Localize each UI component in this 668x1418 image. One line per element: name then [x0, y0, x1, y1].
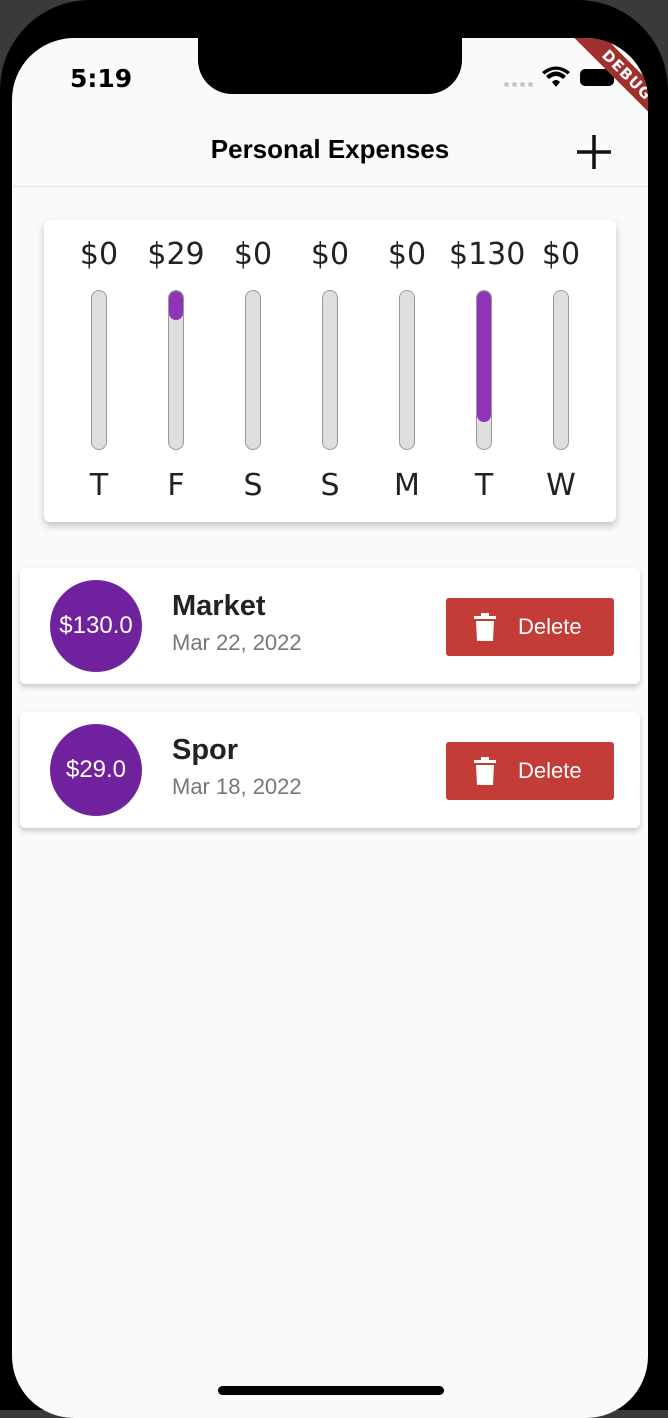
home-indicator[interactable] — [218, 1386, 444, 1395]
bar-value-label: $0 — [233, 237, 273, 272]
trash-icon — [474, 757, 496, 785]
transaction-date: Mar 18, 2022 — [172, 774, 302, 799]
bar-value-label: $0 — [310, 237, 350, 272]
app-bar: Personal Expenses — [12, 116, 648, 187]
amount-avatar: $130.0 — [50, 580, 142, 672]
delete-button[interactable]: Delete — [446, 598, 614, 656]
page-title: Personal Expenses — [210, 134, 450, 164]
bar-track — [476, 290, 492, 450]
bar-day-label: S — [320, 468, 340, 503]
bar-track — [168, 290, 184, 450]
bar-track — [322, 290, 338, 450]
bar-value-label: $0 — [387, 237, 427, 272]
bar-day-label: M — [394, 468, 420, 503]
bar-track — [399, 290, 415, 450]
status-time: 5:19 — [70, 64, 133, 93]
bar-fill — [477, 291, 491, 422]
bar-day-label: F — [167, 468, 185, 503]
signal-icon — [504, 82, 533, 87]
plus-icon[interactable] — [574, 132, 614, 172]
bar-day-label: T — [474, 468, 494, 503]
notch — [198, 38, 462, 94]
transaction-card: $130.0 Market Mar 22, 2022 Delete — [20, 568, 640, 684]
chart-bar-column: $0 W — [526, 220, 596, 522]
bar-day-label: W — [546, 468, 576, 503]
weekly-chart: $0 T $29 F $0 S $0 S $0 M $130 T $0 W — [44, 220, 616, 522]
transaction-title: Spor — [172, 734, 239, 766]
chart-bar-column: $0 S — [295, 220, 365, 522]
amount-avatar: $29.0 — [50, 724, 142, 816]
chart-bar-column: $29 F — [141, 220, 211, 522]
bar-day-label: T — [89, 468, 109, 503]
transaction-title: Market — [172, 590, 266, 622]
chart-bar-column: $0 T — [64, 220, 134, 522]
transaction-date: Mar 22, 2022 — [172, 630, 302, 655]
wifi-icon — [542, 66, 570, 87]
bar-value-label: $0 — [541, 237, 581, 272]
chart-bar-column: $0 S — [218, 220, 288, 522]
transaction-card: $29.0 Spor Mar 18, 2022 Delete — [20, 712, 640, 828]
bar-value-label: $0 — [79, 237, 119, 272]
delete-button[interactable]: Delete — [446, 742, 614, 800]
trash-icon — [474, 613, 496, 641]
app-screen: 5:19 DEBUG Personal Expenses $0 T $29 F $0 S $… — [12, 38, 648, 1418]
bar-day-label: S — [243, 468, 263, 503]
delete-label: Delete — [518, 614, 582, 639]
bar-value-label: $29 — [147, 237, 205, 272]
bar-track — [245, 290, 261, 450]
bar-value-label: $130 — [449, 237, 526, 272]
bar-fill — [169, 291, 183, 321]
delete-label: Delete — [518, 758, 582, 783]
bar-track — [91, 290, 107, 450]
bar-track — [553, 290, 569, 450]
chart-bar-column: $130 T — [449, 220, 526, 522]
chart-bar-column: $0 M — [372, 220, 442, 522]
